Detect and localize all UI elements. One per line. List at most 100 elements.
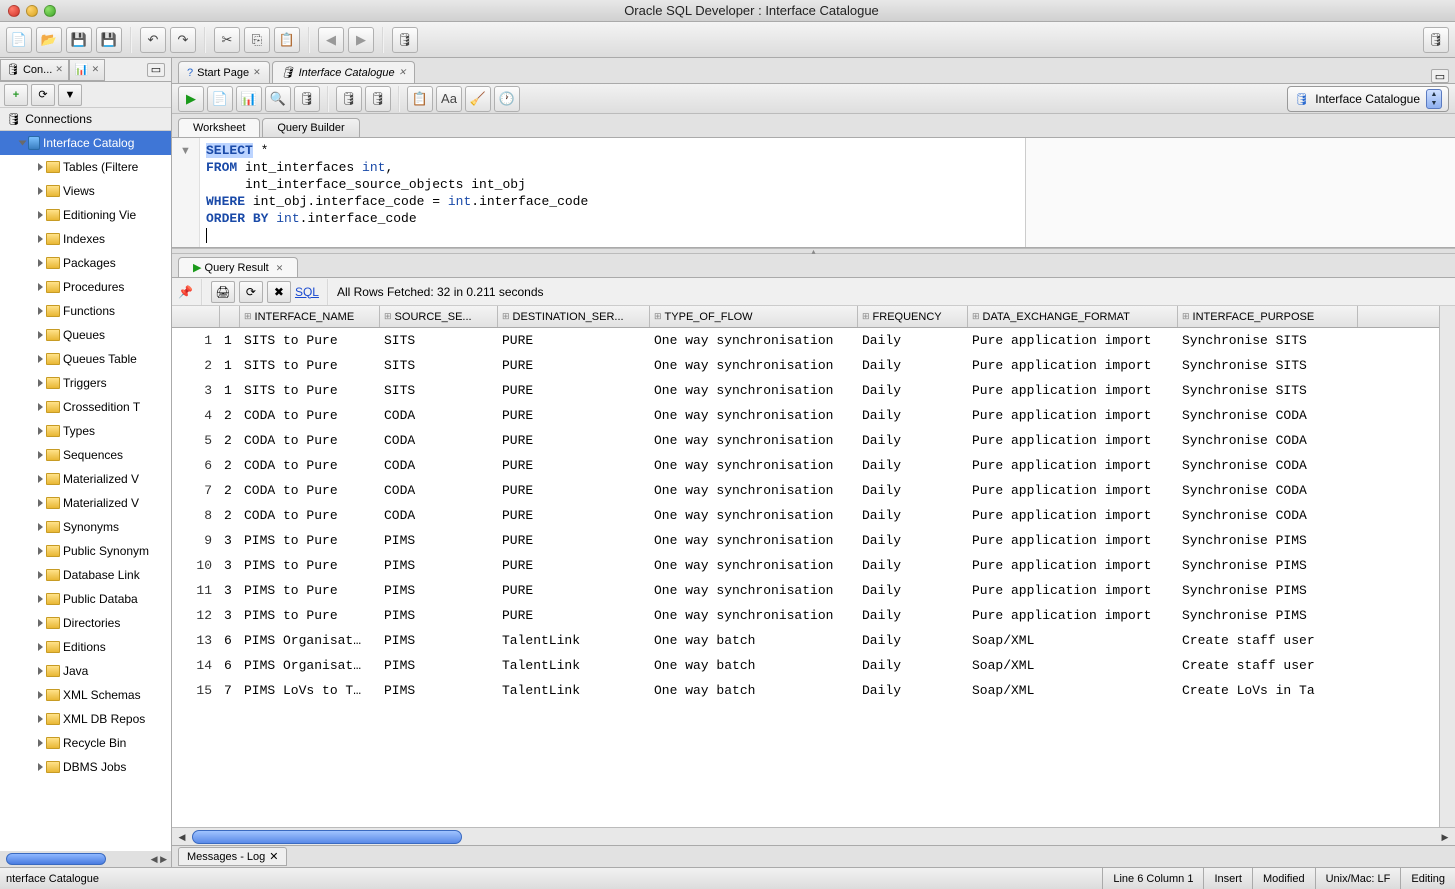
tab-query-result[interactable]: ▶ Query Result ✕ [178,257,298,277]
table-row[interactable]: 62CODA to PureCODAPUREOne way synchronis… [172,453,1439,478]
table-row[interactable]: 157PIMS LoVs to T…PIMSTalentLinkOne way … [172,678,1439,703]
expand-icon[interactable] [38,163,43,171]
tab-worksheet[interactable]: Worksheet [178,118,260,137]
table-row[interactable]: 52CODA to PureCODAPUREOne way synchronis… [172,428,1439,453]
table-row[interactable]: 72CODA to PureCODAPUREOne way synchronis… [172,478,1439,503]
rollback-button[interactable]: 🛢 [365,86,391,112]
hscroll-thumb[interactable] [192,830,462,844]
nav-back-button[interactable]: ◀ [318,27,344,53]
column-header[interactable]: ⊞INTERFACE_NAME [240,306,380,327]
column-header[interactable]: ⊞TYPE_OF_FLOW [650,306,858,327]
tree-node[interactable]: Functions [0,299,171,323]
tree-node[interactable]: Triggers [0,371,171,395]
table-row[interactable]: 82CODA to PureCODAPUREOne way synchronis… [172,503,1439,528]
connections-root[interactable]: 🛢 Connections [0,108,171,130]
autotrace-button[interactable]: 🔍 [265,86,291,112]
expand-icon[interactable] [38,283,43,291]
sql-history-button[interactable]: 🕐 [494,86,520,112]
tree-node[interactable]: Recycle Bin [0,731,171,755]
close-icon[interactable]: ✕ [92,64,100,75]
tree-node[interactable]: Materialized V [0,467,171,491]
column-header[interactable]: ⊞SOURCE_SE... [380,306,498,327]
paste-button[interactable]: 📋 [274,27,300,53]
expand-icon[interactable] [38,379,43,387]
expand-icon[interactable] [38,667,43,675]
table-row[interactable]: 123PIMS to PurePIMSPUREOne way synchroni… [172,603,1439,628]
save-all-button[interactable]: 💾 [96,27,122,53]
expand-icon[interactable] [38,715,43,723]
result-vscroll[interactable] [1439,306,1455,827]
new-connection-button[interactable]: + [4,84,28,106]
undo-button[interactable]: ↶ [140,27,166,53]
close-icon[interactable]: ✕ [269,850,278,863]
save-button[interactable]: 💾 [66,27,92,53]
column-menu-icon[interactable]: ⊞ [244,311,252,322]
tree-node[interactable]: Procedures [0,275,171,299]
sql-worksheet-button[interactable]: 🛢 [392,27,418,53]
tab-start-page[interactable]: ? Start Page ✕ [178,61,270,83]
scroll-left-icon[interactable]: ◀ [175,830,189,844]
column-header[interactable]: ⊞DATA_EXCHANGE_FORMAT [968,306,1178,327]
close-icon[interactable]: ✕ [55,64,63,75]
close-window-icon[interactable] [8,5,20,17]
table-row[interactable]: 113PIMS to PurePIMSPUREOne way synchroni… [172,578,1439,603]
tree-node[interactable]: Editioning Vie [0,203,171,227]
tree-node[interactable]: Packages [0,251,171,275]
tree-node[interactable]: Indexes [0,227,171,251]
result-hscroll[interactable]: ◀ ▶ [172,827,1455,845]
redo-button[interactable]: ↷ [170,27,196,53]
copy-button[interactable]: ⎘ [244,27,270,53]
sql-editor[interactable]: ▼ SELECT * FROM int_interfaces int, int_… [172,138,1455,248]
tree-node[interactable]: Queues Table [0,347,171,371]
column-header[interactable]: ⊞INTERFACE_PURPOSE [1178,306,1358,327]
tree-node[interactable]: XML DB Repos [0,707,171,731]
column-header[interactable]: ⊞FREQUENCY [858,306,968,327]
clear-button[interactable]: 🧹 [465,86,491,112]
expand-icon[interactable] [38,523,43,531]
tree-node[interactable]: Public Databa [0,587,171,611]
table-row[interactable]: 42CODA to PureCODAPUREOne way synchronis… [172,403,1439,428]
table-row[interactable]: 31SITS to PureSITSPUREOne way synchronis… [172,378,1439,403]
tree-node[interactable]: Types [0,419,171,443]
table-row[interactable]: 21SITS to PureSITSPUREOne way synchronis… [172,353,1439,378]
column-header[interactable] [172,306,220,327]
unshared-worksheet-button[interactable]: 📋 [407,86,433,112]
tree-node[interactable]: Database Link [0,563,171,587]
expand-icon[interactable] [38,331,43,339]
expand-icon[interactable] [38,763,43,771]
connection-node[interactable]: Interface Catalog [0,131,171,155]
run-button[interactable]: ▶ [178,86,204,112]
scroll-right-icon[interactable]: ▶ [1438,830,1452,844]
column-menu-icon[interactable]: ⊞ [862,311,870,322]
connection-selector[interactable]: 🛢 Interface Catalogue ▲▼ [1287,86,1449,112]
refresh-button[interactable]: ⟳ [31,84,55,106]
db-status-icon[interactable]: 🛢 [1423,27,1449,53]
expand-icon[interactable] [38,211,43,219]
refresh-result-button[interactable]: ⟳ [239,281,263,303]
column-header[interactable]: ⊞DESTINATION_SER... [498,306,650,327]
tree-node[interactable]: XML Schemas [0,683,171,707]
tree-node[interactable]: Editions [0,635,171,659]
stepper-icon[interactable]: ▲▼ [1426,89,1442,109]
minimize-window-icon[interactable] [26,5,38,17]
open-button[interactable]: 📂 [36,27,62,53]
column-menu-icon[interactable]: ⊞ [1182,311,1190,322]
cut-button[interactable]: ✂ [214,27,240,53]
zoom-window-icon[interactable] [44,5,56,17]
tab-interface-catalogue[interactable]: 🛢 Interface Catalogue ✕ [272,61,416,83]
left-pane-hscroll[interactable]: ◀ ▶ [0,851,171,867]
column-menu-icon[interactable]: ⊞ [384,311,392,322]
expand-icon[interactable] [38,691,43,699]
nav-fwd-button[interactable]: ▶ [348,27,374,53]
tree-node[interactable]: Views [0,179,171,203]
expand-icon[interactable] [19,141,27,146]
filter-button[interactable]: ▼ [58,84,82,106]
table-row[interactable]: 93PIMS to PurePIMSPUREOne way synchronis… [172,528,1439,553]
new-button[interactable]: 📄 [6,27,32,53]
minimize-panel-icon[interactable]: ▭ [147,63,165,77]
expand-icon[interactable] [38,403,43,411]
commit-button[interactable]: 🛢 [336,86,362,112]
tree-node[interactable]: Public Synonym [0,539,171,563]
print-button[interactable]: 🖨 [211,281,235,303]
collapse-icon[interactable]: ▼ [180,145,191,157]
